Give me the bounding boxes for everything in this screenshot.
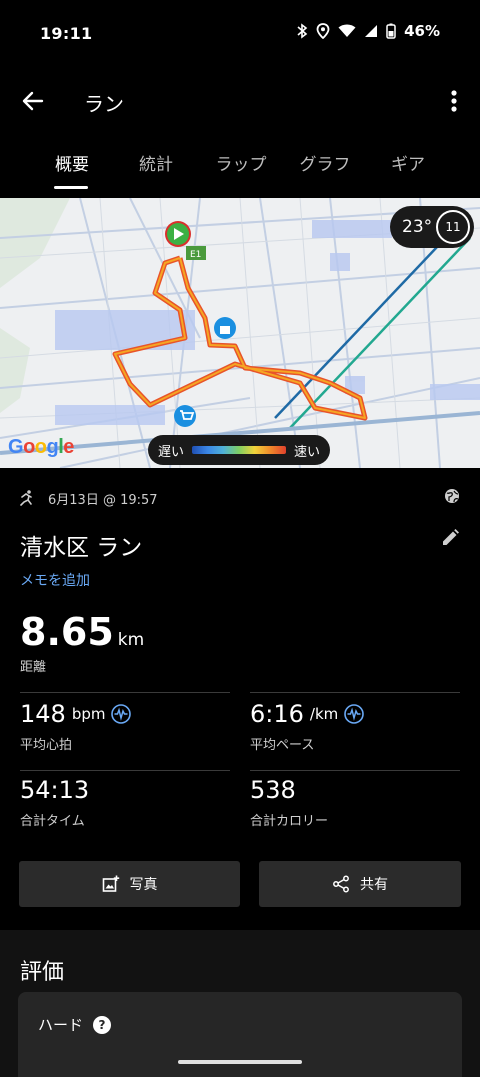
stat-pace: 6:16 /km 平均ペース: [250, 700, 460, 753]
signal-icon: [365, 25, 378, 37]
heart-rate-graph-icon[interactable]: [111, 704, 132, 724]
wifi-icon: [338, 24, 356, 37]
stat-divider: [20, 692, 230, 693]
tab-gear[interactable]: ギア: [390, 150, 426, 175]
moon-phase-icon: 11: [436, 210, 470, 244]
stat-divider: [20, 770, 230, 771]
page-title: ラン: [84, 92, 124, 116]
tab-active-indicator: [54, 186, 88, 189]
add-photo-label: 写真: [129, 877, 158, 893]
rating-level: ハード: [38, 1016, 84, 1034]
legend-fast-label: 速い: [293, 444, 320, 460]
back-arrow-icon: [22, 91, 44, 111]
share-button[interactable]: 共有: [259, 861, 461, 907]
tab-laps[interactable]: ラップ: [214, 150, 268, 175]
help-icon[interactable]: ?: [93, 1015, 112, 1034]
speed-gradient-bar: [192, 446, 286, 454]
pace-label: 平均ペース: [250, 738, 315, 753]
google-logo: Google: [8, 436, 74, 458]
status-bar: 19:11 46%: [0, 0, 480, 68]
route-marker-label: E1: [190, 250, 201, 260]
tab-stats[interactable]: 統計: [138, 150, 174, 175]
speed-legend: 遅い 速い: [148, 435, 330, 465]
stat-divider: [250, 770, 460, 771]
back-button[interactable]: [18, 86, 48, 116]
stat-divider: [250, 692, 460, 693]
pace-graph-icon[interactable]: [344, 704, 365, 724]
battery-percent: 46%: [404, 22, 440, 40]
stat-heart-rate: 148 bpm 平均心拍: [20, 700, 230, 753]
tab-graph[interactable]: グラフ: [298, 150, 352, 175]
more-options-button[interactable]: [442, 86, 466, 116]
distance-unit: km: [117, 630, 145, 650]
activity-date: 6月13日 @ 19:57: [48, 492, 158, 508]
distance-value: 8.65 km: [20, 610, 144, 654]
add-photo-button[interactable]: 写真: [19, 861, 240, 907]
share-label: 共有: [360, 877, 388, 893]
tab-bar: 概要 統計 ラップ グラフ ギア: [0, 138, 480, 190]
share-icon: [333, 875, 349, 893]
edit-icon[interactable]: [440, 528, 460, 548]
legend-slow-label: 遅い: [158, 444, 185, 460]
rating-card[interactable]: ハード ?: [18, 992, 462, 1077]
add-memo-link[interactable]: メモを追加: [20, 570, 90, 590]
distance-number: 8.65: [20, 610, 114, 654]
location-icon: [316, 23, 330, 39]
battery-icon: [386, 23, 396, 39]
weather-badge: 23° 11: [390, 206, 474, 248]
distance-label: 距離: [20, 660, 47, 675]
moon-phase-value: 11: [445, 220, 461, 234]
rating-section: 評価 ハード ?: [0, 930, 480, 1077]
more-vert-icon: [451, 90, 457, 112]
tab-overview[interactable]: 概要: [54, 150, 90, 175]
activity-title: 清水区 ラン: [20, 535, 143, 561]
pace-value: 6:16: [250, 700, 304, 728]
heart-rate-value: 148: [20, 700, 66, 728]
stat-calories: 538 合計カロリー: [250, 776, 460, 829]
pace-unit: /km: [309, 705, 339, 723]
stat-total-time: 54:13 合計タイム: [20, 776, 230, 829]
home-indicator[interactable]: [178, 1060, 302, 1064]
heart-rate-label: 平均心拍: [20, 738, 73, 753]
calories-label: 合計カロリー: [250, 814, 329, 829]
bluetooth-icon: [297, 23, 308, 39]
running-icon: [20, 490, 32, 506]
calories-value: 538: [250, 776, 296, 804]
heart-rate-unit: bpm: [71, 705, 106, 723]
status-time: 19:11: [40, 24, 93, 43]
rating-heading: 評価: [20, 960, 65, 985]
weather-temperature: 23°: [402, 217, 433, 237]
app-bar: ラン: [0, 68, 480, 132]
status-icons: 46%: [296, 22, 440, 40]
total-time-value: 54:13: [20, 776, 90, 804]
total-time-label: 合計タイム: [20, 814, 85, 829]
activity-meta: 6月13日 @ 19:57: [20, 488, 460, 508]
add-photo-icon: [102, 875, 119, 892]
globe-icon[interactable]: [444, 488, 460, 504]
